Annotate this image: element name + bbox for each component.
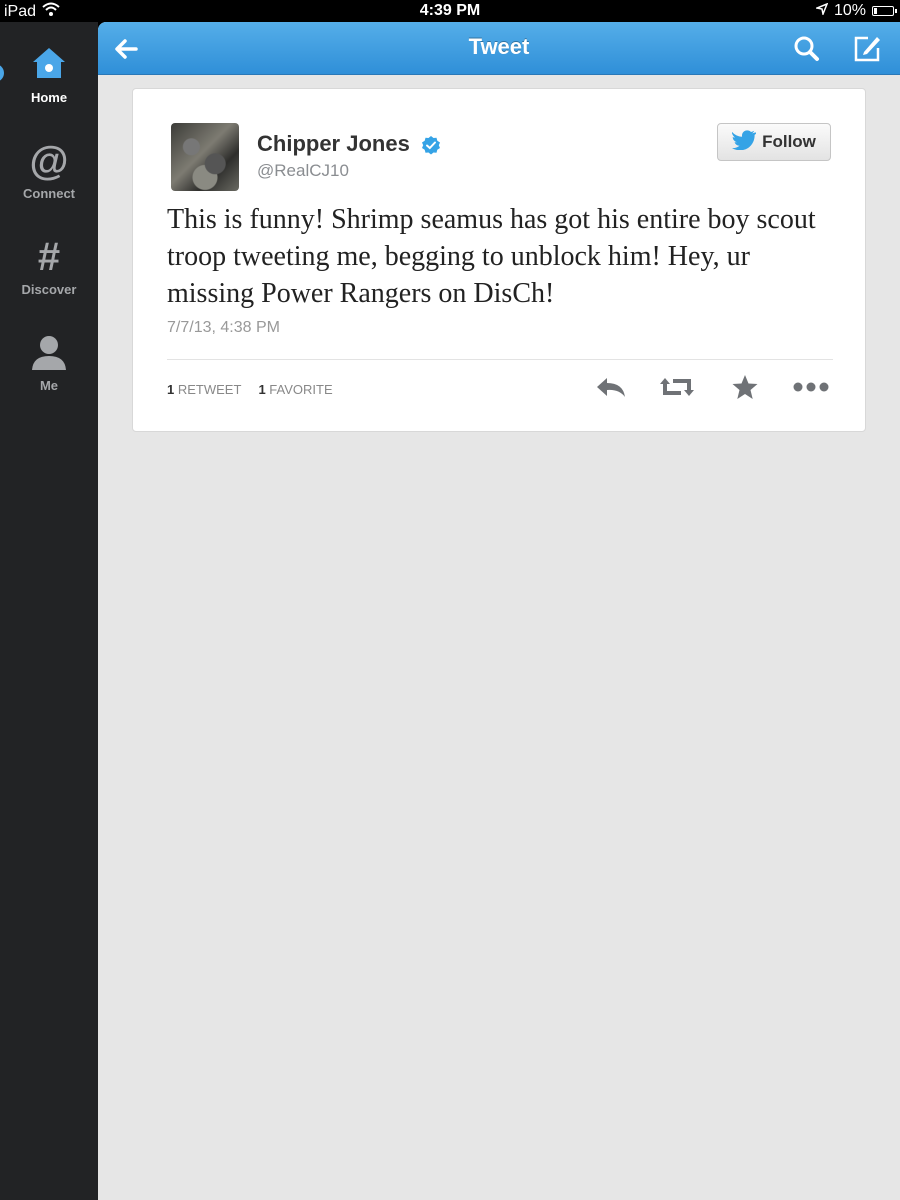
at-icon: @ (29, 139, 69, 183)
favorite-stat-label: FAVORITE (269, 382, 333, 397)
page-title: Tweet (468, 34, 530, 59)
sidebar-item-label: Home (30, 90, 68, 105)
reply-button[interactable] (593, 375, 629, 403)
star-icon (731, 374, 759, 405)
battery-percent: 10% (833, 2, 866, 19)
hash-icon: # (37, 235, 61, 279)
tweet-card: Chipper Jones @RealCJ10 Follow This is f… (132, 88, 866, 432)
user-handle[interactable]: @RealCJ10 (257, 161, 349, 181)
retweet-icon (659, 375, 695, 404)
location-icon (814, 2, 829, 20)
twitter-bird-icon (731, 129, 758, 155)
status-time: 4:39 PM (419, 2, 481, 19)
compose-icon (850, 36, 884, 70)
search-icon (790, 36, 824, 70)
favorite-count: 1 (258, 382, 266, 397)
nav-bar: Tweet (98, 22, 900, 75)
divider (167, 359, 833, 360)
follow-label: Follow (762, 132, 816, 151)
sidebar-item-label: Me (39, 378, 59, 393)
avatar[interactable] (171, 123, 239, 191)
tweet-text: This is funny! Shrimp seamus has got his… (167, 204, 816, 309)
retweet-button[interactable] (659, 375, 695, 403)
retweet-count: 1 (167, 382, 175, 397)
follow-button[interactable]: Follow (717, 123, 831, 161)
favorite-stat[interactable]: 1 FAVORITE (258, 382, 332, 397)
sidebar: Home @ Connect # Discover Me (0, 22, 98, 1200)
sidebar-item-label: Discover (21, 282, 77, 297)
sidebar-item-discover[interactable]: # Discover (0, 236, 98, 297)
more-dots-icon (792, 380, 830, 398)
status-bar: iPad 4:39 PM 10% (0, 0, 900, 22)
sidebar-item-connect[interactable]: @ Connect (0, 140, 98, 201)
home-icon (0, 44, 98, 86)
retweet-stat-label: RETWEET (177, 382, 242, 397)
user-name[interactable]: Chipper Jones (257, 131, 410, 157)
more-button[interactable] (793, 375, 829, 403)
sidebar-item-home[interactable]: Home (0, 44, 98, 105)
retweet-stat[interactable]: 1 RETWEET (167, 382, 241, 397)
tweet-timestamp: 7/7/13, 4:38 PM (167, 319, 280, 336)
person-icon (0, 332, 98, 374)
sidebar-item-label: Connect (23, 186, 75, 201)
reply-icon (595, 375, 627, 404)
compose-button[interactable] (850, 32, 884, 66)
sidebar-item-me[interactable]: Me (0, 332, 98, 393)
verified-icon (421, 135, 441, 160)
battery-icon (872, 6, 897, 16)
favorite-button[interactable] (727, 374, 763, 405)
tweet-stats: 1 RETWEET 1 FAVORITE (167, 382, 333, 397)
search-button[interactable] (790, 32, 824, 66)
main-pane: Tweet Chipper Jones @RealCJ10 Follow Thi… (98, 22, 900, 1200)
